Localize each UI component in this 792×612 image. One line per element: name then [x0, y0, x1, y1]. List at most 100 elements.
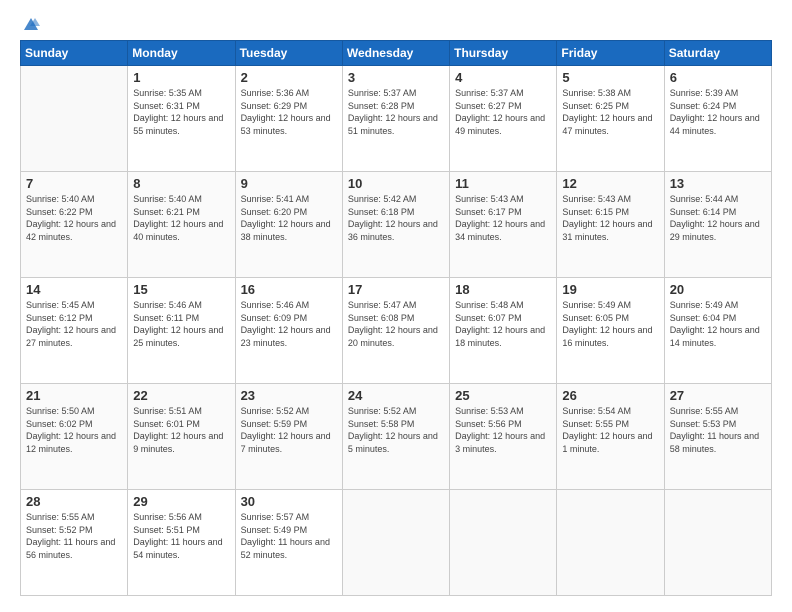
day-info: Sunrise: 5:47 AMSunset: 6:08 PMDaylight:… — [348, 299, 444, 349]
day-info: Sunrise: 5:55 AMSunset: 5:52 PMDaylight:… — [26, 511, 122, 561]
calendar-cell: 23 Sunrise: 5:52 AMSunset: 5:59 PMDayligh… — [235, 384, 342, 490]
calendar-cell: 1Sunrise: 5:35 AMSunset: 6:31 PMDaylight… — [128, 66, 235, 172]
day-info: Sunrise: 5:48 AMSunset: 6:07 PMDaylight:… — [455, 299, 551, 349]
day-info: Sunrise: 5:43 AMSunset: 6:15 PMDaylight:… — [562, 193, 658, 243]
calendar-cell: 17 Sunrise: 5:47 AMSunset: 6:08 PMDayligh… — [342, 278, 449, 384]
calendar-cell: 13 Sunrise: 5:44 AMSunset: 6:14 PMDayligh… — [664, 172, 771, 278]
day-info: Sunrise: 5:41 AMSunset: 6:20 PMDaylight:… — [241, 193, 337, 243]
calendar-cell — [21, 66, 128, 172]
weekday-header-row: SundayMondayTuesdayWednesdayThursdayFrid… — [21, 41, 772, 66]
day-info: Sunrise: 5:46 AMSunset: 6:09 PMDaylight:… — [241, 299, 337, 349]
calendar-cell: 15 Sunrise: 5:46 AMSunset: 6:11 PMDayligh… — [128, 278, 235, 384]
day-number: 2 — [241, 70, 337, 85]
day-info: Sunrise: 5:35 AMSunset: 6:31 PMDaylight:… — [133, 87, 229, 137]
calendar-cell: 10Sunrise: 5:42 AMSunset: 6:18 PMDayligh… — [342, 172, 449, 278]
calendar-cell — [664, 490, 771, 596]
weekday-header-monday: Monday — [128, 41, 235, 66]
page: SundayMondayTuesdayWednesdayThursdayFrid… — [0, 0, 792, 612]
day-number: 6 — [670, 70, 766, 85]
day-info: Sunrise: 5:53 AMSunset: 5:56 PMDaylight:… — [455, 405, 551, 455]
day-number: 30 — [241, 494, 337, 509]
day-number: 8 — [133, 176, 229, 191]
day-info: Sunrise: 5:38 AMSunset: 6:25 PMDaylight:… — [562, 87, 658, 137]
calendar-cell: 24 Sunrise: 5:52 AMSunset: 5:58 PMDayligh… — [342, 384, 449, 490]
day-number: 27 — [670, 388, 766, 403]
weekday-header-thursday: Thursday — [450, 41, 557, 66]
day-number: 18 — [455, 282, 551, 297]
day-info: Sunrise: 5:46 AMSunset: 6:11 PMDaylight:… — [133, 299, 229, 349]
calendar-cell: 11 Sunrise: 5:43 AMSunset: 6:17 PMDayligh… — [450, 172, 557, 278]
day-number: 14 — [26, 282, 122, 297]
day-info: Sunrise: 5:52 AMSunset: 5:59 PMDaylight:… — [241, 405, 337, 455]
day-number: 10 — [348, 176, 444, 191]
calendar-cell: 16Sunrise: 5:46 AMSunset: 6:09 PMDayligh… — [235, 278, 342, 384]
day-number: 17 — [348, 282, 444, 297]
day-number: 13 — [670, 176, 766, 191]
weekday-header-wednesday: Wednesday — [342, 41, 449, 66]
day-number: 25 — [455, 388, 551, 403]
calendar-cell: 19 Sunrise: 5:49 AMSunset: 6:05 PMDayligh… — [557, 278, 664, 384]
day-number: 5 — [562, 70, 658, 85]
day-info: Sunrise: 5:37 AMSunset: 6:28 PMDaylight:… — [348, 87, 444, 137]
day-info: Sunrise: 5:54 AMSunset: 5:55 PMDaylight:… — [562, 405, 658, 455]
calendar-cell: 27 Sunrise: 5:55 AMSunset: 5:53 PMDayligh… — [664, 384, 771, 490]
calendar-cell — [342, 490, 449, 596]
calendar-cell: 18 Sunrise: 5:48 AMSunset: 6:07 PMDayligh… — [450, 278, 557, 384]
day-info: Sunrise: 5:45 AMSunset: 6:12 PMDaylight:… — [26, 299, 122, 349]
calendar-week-4: 21 Sunrise: 5:50 AMSunset: 6:02 PMDayligh… — [21, 384, 772, 490]
day-info: Sunrise: 5:36 AMSunset: 6:29 PMDaylight:… — [241, 87, 337, 137]
calendar-cell: 9 Sunrise: 5:41 AMSunset: 6:20 PMDaylight… — [235, 172, 342, 278]
calendar-table: SundayMondayTuesdayWednesdayThursdayFrid… — [20, 40, 772, 596]
calendar-week-1: 1Sunrise: 5:35 AMSunset: 6:31 PMDaylight… — [21, 66, 772, 172]
day-number: 23 — [241, 388, 337, 403]
day-number: 11 — [455, 176, 551, 191]
day-info: Sunrise: 5:44 AMSunset: 6:14 PMDaylight:… — [670, 193, 766, 243]
calendar-week-5: 28 Sunrise: 5:55 AMSunset: 5:52 PMDayligh… — [21, 490, 772, 596]
day-info: Sunrise: 5:37 AMSunset: 6:27 PMDaylight:… — [455, 87, 551, 137]
day-number: 24 — [348, 388, 444, 403]
weekday-header-sunday: Sunday — [21, 41, 128, 66]
calendar-cell: 6Sunrise: 5:39 AMSunset: 6:24 PMDaylight… — [664, 66, 771, 172]
day-number: 21 — [26, 388, 122, 403]
day-number: 19 — [562, 282, 658, 297]
logo-icon — [22, 16, 40, 34]
calendar-cell: 26 Sunrise: 5:54 AMSunset: 5:55 PMDayligh… — [557, 384, 664, 490]
calendar-cell: 12 Sunrise: 5:43 AMSunset: 6:15 PMDayligh… — [557, 172, 664, 278]
day-number: 4 — [455, 70, 551, 85]
weekday-header-saturday: Saturday — [664, 41, 771, 66]
day-number: 15 — [133, 282, 229, 297]
calendar-cell: 21 Sunrise: 5:50 AMSunset: 6:02 PMDayligh… — [21, 384, 128, 490]
day-number: 26 — [562, 388, 658, 403]
calendar-cell — [450, 490, 557, 596]
calendar-cell: 5 Sunrise: 5:38 AMSunset: 6:25 PMDaylight… — [557, 66, 664, 172]
day-info: Sunrise: 5:50 AMSunset: 6:02 PMDaylight:… — [26, 405, 122, 455]
calendar-cell: 2 Sunrise: 5:36 AMSunset: 6:29 PMDaylight… — [235, 66, 342, 172]
day-number: 22 — [133, 388, 229, 403]
calendar-cell: 30 Sunrise: 5:57 AMSunset: 5:49 PMDayligh… — [235, 490, 342, 596]
header — [20, 16, 772, 30]
calendar-cell: 7Sunrise: 5:40 AMSunset: 6:22 PMDaylight… — [21, 172, 128, 278]
day-info: Sunrise: 5:49 AMSunset: 6:05 PMDaylight:… — [562, 299, 658, 349]
day-number: 28 — [26, 494, 122, 509]
day-info: Sunrise: 5:40 AMSunset: 6:21 PMDaylight:… — [133, 193, 229, 243]
calendar-week-2: 7Sunrise: 5:40 AMSunset: 6:22 PMDaylight… — [21, 172, 772, 278]
day-number: 7 — [26, 176, 122, 191]
calendar-cell: 28 Sunrise: 5:55 AMSunset: 5:52 PMDayligh… — [21, 490, 128, 596]
calendar-cell: 25 Sunrise: 5:53 AMSunset: 5:56 PMDayligh… — [450, 384, 557, 490]
day-info: Sunrise: 5:43 AMSunset: 6:17 PMDaylight:… — [455, 193, 551, 243]
calendar-week-3: 14 Sunrise: 5:45 AMSunset: 6:12 PMDayligh… — [21, 278, 772, 384]
day-info: Sunrise: 5:51 AMSunset: 6:01 PMDaylight:… — [133, 405, 229, 455]
day-number: 20 — [670, 282, 766, 297]
calendar-cell: 29 Sunrise: 5:56 AMSunset: 5:51 PMDayligh… — [128, 490, 235, 596]
day-info: Sunrise: 5:57 AMSunset: 5:49 PMDaylight:… — [241, 511, 337, 561]
day-info: Sunrise: 5:52 AMSunset: 5:58 PMDaylight:… — [348, 405, 444, 455]
day-info: Sunrise: 5:55 AMSunset: 5:53 PMDaylight:… — [670, 405, 766, 455]
weekday-header-tuesday: Tuesday — [235, 41, 342, 66]
day-info: Sunrise: 5:56 AMSunset: 5:51 PMDaylight:… — [133, 511, 229, 561]
day-number: 3 — [348, 70, 444, 85]
day-number: 9 — [241, 176, 337, 191]
day-number: 29 — [133, 494, 229, 509]
calendar-cell: 8 Sunrise: 5:40 AMSunset: 6:21 PMDaylight… — [128, 172, 235, 278]
logo — [20, 16, 40, 30]
day-number: 12 — [562, 176, 658, 191]
